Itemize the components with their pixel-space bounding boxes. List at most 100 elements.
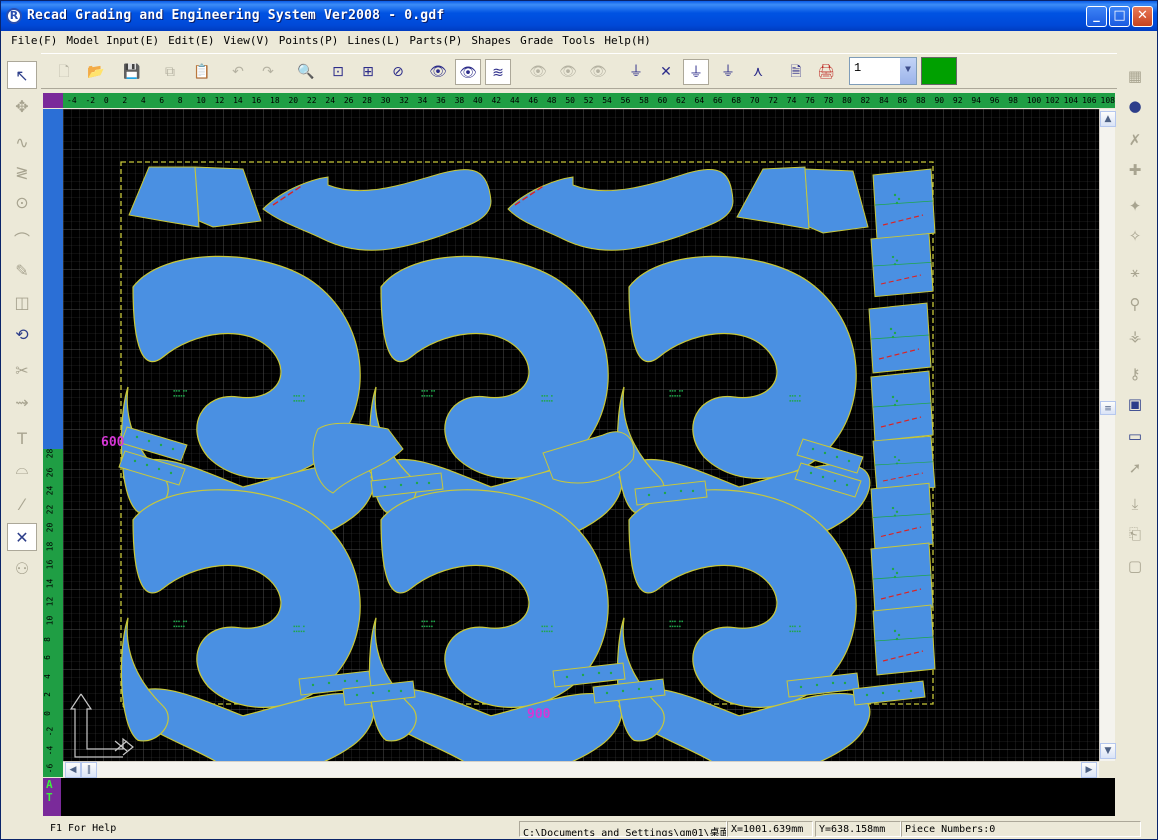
menu-edit[interactable]: Edit(E) <box>164 31 219 51</box>
cut-cross-icon[interactable]: ✗ <box>1121 127 1149 153</box>
menu-help[interactable]: Help(H) <box>600 31 655 51</box>
hide-eye-3-icon[interactable]: 👁 <box>585 59 611 85</box>
image-icon[interactable]: ▢ <box>1121 553 1149 579</box>
shoe-tool-icon[interactable]: ⌓ <box>7 455 37 483</box>
select-arrow-icon[interactable]: ↖ <box>7 61 37 89</box>
export-icon[interactable]: ⎗ <box>1121 521 1149 547</box>
print-preview-icon[interactable]: 🗎 <box>783 59 809 85</box>
pointer-tool-icon[interactable]: ➚ <box>1121 455 1149 481</box>
symmetry-5-icon[interactable]: ⋏ <box>745 59 771 85</box>
view-eye-toggle-icon[interactable]: 👁 <box>455 59 481 85</box>
color-picker-button[interactable] <box>921 57 957 85</box>
scissor-tool-icon[interactable]: ✂ <box>7 357 37 385</box>
symmetry-3-icon[interactable]: ⏚ <box>683 59 709 85</box>
table-icon[interactable]: ▦ <box>1121 63 1149 89</box>
symmetry-1-icon[interactable]: ⏚ <box>623 59 649 85</box>
scroll-down-icon[interactable]: ▼ <box>1100 743 1116 759</box>
chevron-down-icon[interactable]: ▼ <box>900 58 916 84</box>
symmetry-4-icon[interactable]: ⏚ <box>715 59 741 85</box>
vertical-scrollbar[interactable]: ▲ ≡ ▼ <box>1099 109 1116 761</box>
menu-tools[interactable]: Tools <box>558 31 600 51</box>
hide-eye-2-icon[interactable]: 👁 <box>555 59 581 85</box>
ruler-icon[interactable]: ▭ <box>1121 423 1149 449</box>
notch-tool-icon[interactable]: ⇝ <box>7 389 37 417</box>
size-combo-value: 1 <box>854 61 862 75</box>
horizontal-ruler[interactable]: -4 -2 0 2 4 6 8 10 12 14 16 18 20 22 24 26 28 30 32 34 36 38 4… <box>63 93 1115 108</box>
minimize-button[interactable]: _ <box>1086 6 1107 27</box>
menu-lines[interactable]: Lines(L) <box>343 31 405 51</box>
zoom-fit-icon[interactable]: ⊡ <box>325 59 351 85</box>
cross-tool-icon[interactable]: ✕ <box>7 523 37 551</box>
zoom-out-icon[interactable]: ⊘ <box>385 59 411 85</box>
text-tool-icon[interactable]: T <box>7 425 37 453</box>
vruler-tick: -2 <box>45 727 55 737</box>
split-point-icon[interactable]: ✧ <box>1121 223 1149 249</box>
hruler-tick: 64 <box>694 96 705 105</box>
hruler-tick: 40 <box>473 96 483 105</box>
hruler-tick: 28 <box>362 96 372 105</box>
circle-tool-icon[interactable]: ⊙ <box>7 189 37 217</box>
menu-view[interactable]: View(V) <box>219 31 274 51</box>
grade-move-icon[interactable]: ⚲ <box>1121 291 1149 317</box>
close-button[interactable]: ✕ <box>1132 6 1153 27</box>
marker-layout[interactable]: ▪▪▪ ▪▪▪▪▪▪▪ ▪▪▪ ▪▪▪▪▪▪ <box>63 109 1099 761</box>
ruler-corner <box>43 93 63 108</box>
hruler-tick: 0 <box>103 96 109 105</box>
save-icon[interactable]: 💾 <box>119 59 145 85</box>
import-icon[interactable]: ⤓ <box>1121 491 1149 517</box>
grade-point-icon[interactable]: ⚹ <box>1121 259 1149 285</box>
title-bar[interactable]: R Recad Grading and Engineering System V… <box>1 1 1157 31</box>
command-area[interactable] <box>43 778 1115 816</box>
open-folder-icon[interactable]: 📂 <box>83 59 109 85</box>
curve-tool-icon[interactable]: ∿ <box>7 129 37 157</box>
printer-icon[interactable]: 🖨 <box>813 59 839 85</box>
paste-icon[interactable]: 📋 <box>189 59 215 85</box>
hruler-tick: 60 <box>657 96 668 105</box>
recad-logo-icon[interactable]: R <box>6 8 22 24</box>
drawing-canvas[interactable]: ▪▪▪ ▪▪▪▪▪▪▪ ▪▪▪ ▪▪▪▪▪▪ <box>63 109 1099 761</box>
hruler-tick: 66 <box>712 96 723 105</box>
grid-table-icon[interactable]: ▣ <box>1121 391 1149 417</box>
redo-icon[interactable]: ↷ <box>255 59 281 85</box>
hide-eye-1-icon[interactable]: 👁 <box>525 59 551 85</box>
zoom-in-icon[interactable]: 🔍 <box>293 59 319 85</box>
mirror-tool-icon[interactable]: ◫ <box>7 289 37 317</box>
grade-axis-icon[interactable]: ⚶ <box>1121 323 1149 349</box>
grade-copy-icon[interactable]: ⚷ <box>1121 361 1149 387</box>
move-icon[interactable]: ✥ <box>7 93 37 121</box>
new-file-icon[interactable]: 🗋 <box>51 59 77 85</box>
view-eye-icon[interactable]: 👁 <box>425 59 451 85</box>
maximize-button[interactable]: □ <box>1109 6 1130 27</box>
menu-points[interactable]: Points(P) <box>275 31 344 51</box>
menu-model-input[interactable]: Model Input(E) <box>62 31 164 51</box>
copy-icon[interactable]: ⧉ <box>157 59 183 85</box>
scroll-right-icon[interactable]: ▶ <box>1081 762 1097 778</box>
layer-tool-icon[interactable]: ⚇ <box>7 555 37 583</box>
view-eye-list-icon[interactable]: ≋ <box>485 59 511 85</box>
rotate-view-icon[interactable]: ⟲ <box>7 321 37 349</box>
zigzag-tool-icon[interactable]: ≷ <box>7 159 37 187</box>
vruler-tick: 20 <box>45 522 55 533</box>
hruler-tick: 44 <box>509 96 520 105</box>
undo-icon[interactable]: ↶ <box>225 59 251 85</box>
palette-icon[interactable]: ● <box>1121 93 1149 119</box>
scroll-left-icon[interactable]: ◀ <box>65 762 81 778</box>
zoom-window-icon[interactable]: ⊞ <box>355 59 381 85</box>
scroll-thumb-vertical[interactable]: ≡ <box>1100 401 1116 415</box>
center-point-icon[interactable]: ✦ <box>1121 193 1149 219</box>
vruler-tick: 24 <box>45 485 55 496</box>
scroll-up-icon[interactable]: ▲ <box>1100 111 1116 127</box>
menu-grade[interactable]: Grade <box>516 31 558 51</box>
symmetry-2-icon[interactable]: ✕ <box>653 59 679 85</box>
add-point-icon[interactable]: ✚ <box>1121 157 1149 183</box>
arc-tool-icon[interactable]: ⌒ <box>7 227 37 255</box>
menu-parts[interactable]: Parts(P) <box>405 31 467 51</box>
pen-tool-icon[interactable]: ✎ <box>7 257 37 285</box>
menu-shapes[interactable]: Shapes <box>467 31 516 51</box>
scroll-thumb-horizontal[interactable]: ‖ <box>81 762 97 778</box>
size-combo[interactable]: 1 ▼ <box>849 57 917 85</box>
line-tool-icon[interactable]: ⁄ <box>7 491 37 519</box>
horizontal-scrollbar[interactable]: ◀ ‖ ▶ <box>63 761 1099 778</box>
menu-file[interactable]: File(F) <box>7 31 62 51</box>
hruler-tick: 62 <box>676 96 686 105</box>
